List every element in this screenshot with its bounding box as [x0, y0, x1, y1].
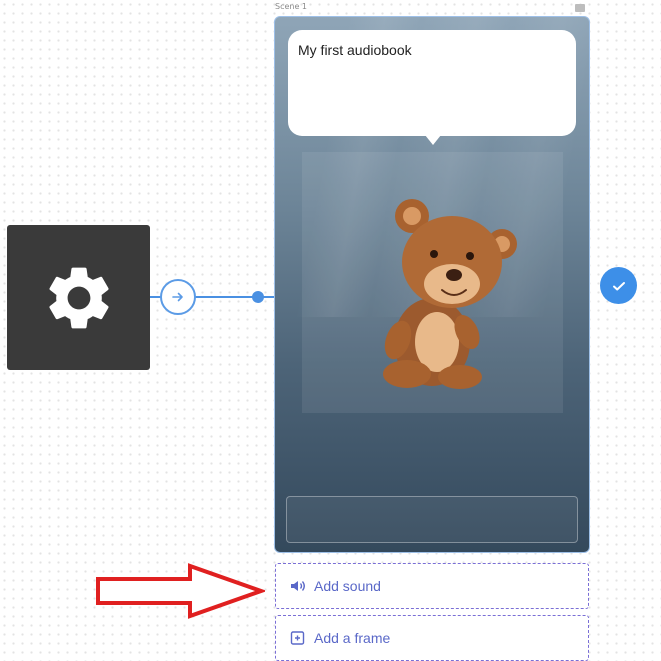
- add-sound-button[interactable]: Add sound: [275, 563, 589, 609]
- gear-icon: [48, 267, 109, 328]
- caption-input[interactable]: [286, 496, 578, 543]
- scene-label: Scene 1: [275, 2, 308, 11]
- card-handle[interactable]: [575, 4, 585, 12]
- status-check-button[interactable]: [600, 267, 637, 304]
- add-sound-label: Add sound: [314, 578, 381, 594]
- connector-dot: [252, 291, 264, 303]
- scene-card[interactable]: My first audiobook: [274, 16, 590, 553]
- add-frame-icon: [290, 631, 305, 645]
- bubble-text: My first audiobook: [298, 42, 412, 58]
- connector-arrow-button[interactable]: [160, 279, 196, 315]
- settings-node[interactable]: [7, 225, 150, 370]
- red-arrow-annotation: [96, 563, 265, 619]
- add-frame-label: Add a frame: [314, 630, 391, 646]
- add-frame-button[interactable]: Add a frame: [275, 615, 589, 661]
- teddy-bear-illustration: [383, 199, 517, 389]
- checkmark-icon: [612, 281, 625, 290]
- speaker-icon: [291, 581, 305, 591]
- image-frame[interactable]: [302, 152, 563, 413]
- speech-bubble[interactable]: My first audiobook: [288, 30, 576, 145]
- arrow-right-icon: [172, 292, 183, 302]
